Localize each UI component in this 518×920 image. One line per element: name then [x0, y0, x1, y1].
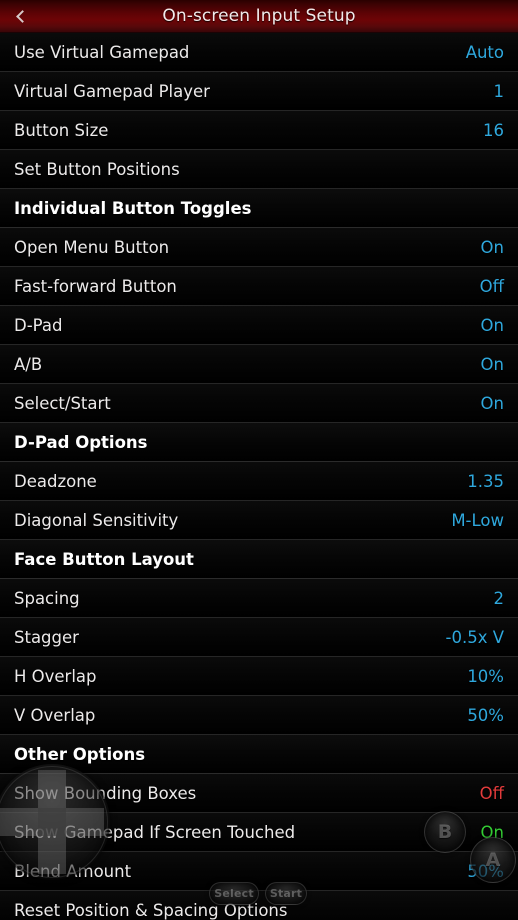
settings-row[interactable]: Set Button Positions — [0, 150, 518, 189]
settings-row-label: Use Virtual Gamepad — [14, 42, 190, 62]
settings-row-value[interactable]: Off — [480, 277, 504, 296]
titlebar: On-screen Input Setup — [0, 0, 518, 33]
settings-row[interactable]: Virtual Gamepad Player 1 — [0, 72, 518, 111]
page-title: On-screen Input Setup — [162, 5, 356, 26]
settings-row-label: Fast-forward Button — [14, 276, 177, 296]
gamepad-button-b-label: B — [437, 821, 453, 843]
settings-row-label: Other Options — [14, 744, 146, 764]
gamepad-button-select-label: Select — [214, 887, 254, 900]
on-screen-input-setup-screen: On-screen Input Setup Use Virtual Gamepa… — [0, 0, 518, 920]
settings-row-value[interactable]: 50% — [467, 706, 504, 725]
settings-row-label: Virtual Gamepad Player — [14, 81, 210, 101]
settings-row[interactable]: Select/Start On — [0, 384, 518, 423]
chevron-left-icon — [16, 10, 29, 23]
settings-row-label: Button Size — [14, 120, 109, 140]
settings-row[interactable]: D-Pad On — [0, 306, 518, 345]
settings-row-label: Open Menu Button — [14, 237, 170, 257]
settings-row-value[interactable]: Off — [480, 784, 504, 803]
section-header: Individual Button Toggles — [0, 189, 518, 228]
settings-row-value[interactable]: 2 — [494, 589, 505, 608]
settings-row-label: H Overlap — [14, 666, 97, 686]
settings-row[interactable]: Fast-forward Button Off — [0, 267, 518, 306]
gamepad-button-start-label: Start — [269, 887, 303, 900]
settings-row-value[interactable]: On — [481, 355, 504, 374]
settings-row-label: Stagger — [14, 627, 79, 647]
settings-row-label: Select/Start — [14, 393, 111, 413]
section-header: Other Options — [0, 735, 518, 774]
settings-row-value[interactable]: On — [481, 316, 504, 335]
gamepad-button-select[interactable]: Select — [209, 882, 259, 905]
settings-row-label: Spacing — [14, 588, 80, 608]
back-button[interactable] — [0, 0, 42, 32]
gamepad-button-a-label: A — [485, 849, 501, 871]
settings-row[interactable]: Diagonal Sensitivity M-Low — [0, 501, 518, 540]
settings-row-label: A/B — [14, 354, 43, 374]
settings-row[interactable]: Spacing 2 — [0, 579, 518, 618]
section-header: Face Button Layout — [0, 540, 518, 579]
settings-row[interactable]: V Overlap 50% — [0, 696, 518, 735]
settings-row[interactable]: A/B On — [0, 345, 518, 384]
settings-row[interactable]: Stagger -0.5x V — [0, 618, 518, 657]
settings-row-value[interactable]: Auto — [466, 43, 504, 62]
settings-row-label: D-Pad — [14, 315, 63, 335]
settings-row[interactable]: Open Menu Button On — [0, 228, 518, 267]
settings-row-label: Individual Button Toggles — [14, 198, 252, 218]
settings-row[interactable]: H Overlap 10% — [0, 657, 518, 696]
gamepad-button-start[interactable]: Start — [265, 882, 307, 905]
settings-row-value[interactable]: On — [481, 394, 504, 413]
settings-row-label: V Overlap — [14, 705, 96, 725]
dpad-center — [38, 808, 66, 836]
settings-row-value[interactable]: On — [481, 238, 504, 257]
settings-row-value[interactable]: 10% — [467, 667, 504, 686]
settings-row[interactable]: Button Size 16 — [0, 111, 518, 150]
settings-row[interactable]: Deadzone 1.35 — [0, 462, 518, 501]
settings-row-value[interactable]: -0.5x V — [446, 628, 505, 647]
settings-row-value[interactable]: 1.35 — [467, 472, 504, 491]
settings-row-value[interactable]: M-Low — [451, 511, 504, 530]
settings-row[interactable]: Reset Position & Spacing Options — [0, 891, 518, 920]
settings-row-label: Deadzone — [14, 471, 97, 491]
settings-row-value[interactable]: 1 — [494, 82, 505, 101]
settings-row-label: Set Button Positions — [14, 159, 180, 179]
settings-row-label: Face Button Layout — [14, 549, 194, 569]
section-header: D-Pad Options — [0, 423, 518, 462]
settings-row-label: Diagonal Sensitivity — [14, 510, 179, 530]
settings-row-label: D-Pad Options — [14, 432, 148, 452]
gamepad-button-a[interactable]: A — [470, 837, 516, 883]
gamepad-button-b[interactable]: B — [424, 811, 466, 853]
settings-row[interactable]: Use Virtual Gamepad Auto — [0, 33, 518, 72]
settings-row-value[interactable]: 16 — [483, 121, 504, 140]
